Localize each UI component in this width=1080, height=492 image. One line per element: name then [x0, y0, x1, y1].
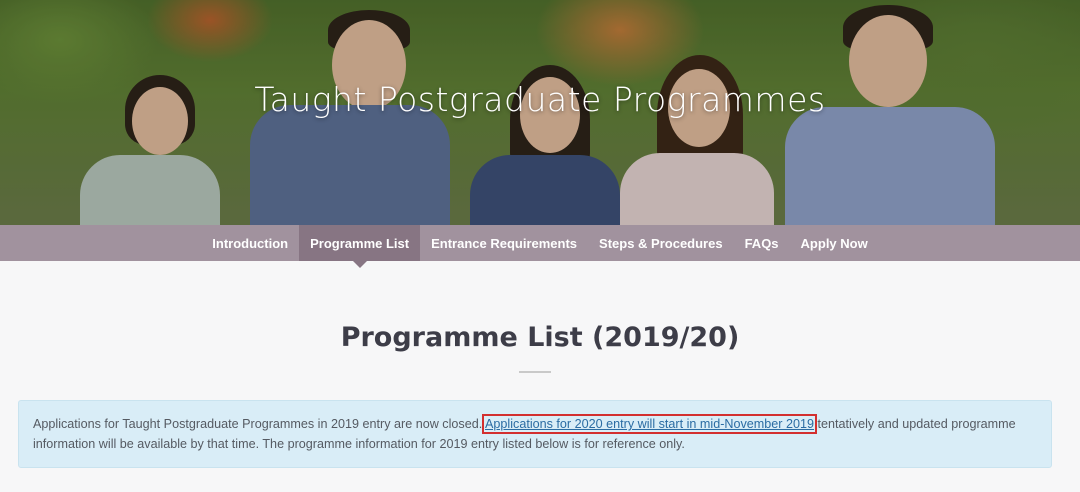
- hero-banner: Taught Postgraduate Programmes: [0, 0, 1080, 225]
- title-divider: [519, 371, 551, 373]
- info-notice: Applications for Taught Postgraduate Pro…: [18, 400, 1052, 468]
- page-title: Programme List (2019/20): [340, 322, 740, 353]
- hero-title: Taught Postgraduate Programmes: [254, 80, 826, 119]
- nav-faqs[interactable]: FAQs: [734, 225, 790, 261]
- section-nav: Introduction Programme List Entrance Req…: [0, 225, 1080, 268]
- nav-steps-procedures[interactable]: Steps & Procedures: [588, 225, 734, 261]
- nav-programme-list[interactable]: Programme List: [299, 225, 421, 268]
- nav-apply-now[interactable]: Apply Now: [790, 225, 879, 261]
- nav-introduction[interactable]: Introduction: [201, 225, 299, 261]
- notice-text-before: Applications for Taught Postgraduate Pro…: [33, 417, 486, 431]
- notice-highlight-link[interactable]: Applications for 2020 entry will start i…: [482, 414, 818, 434]
- nav-entrance-requirements[interactable]: Entrance Requirements: [420, 225, 588, 261]
